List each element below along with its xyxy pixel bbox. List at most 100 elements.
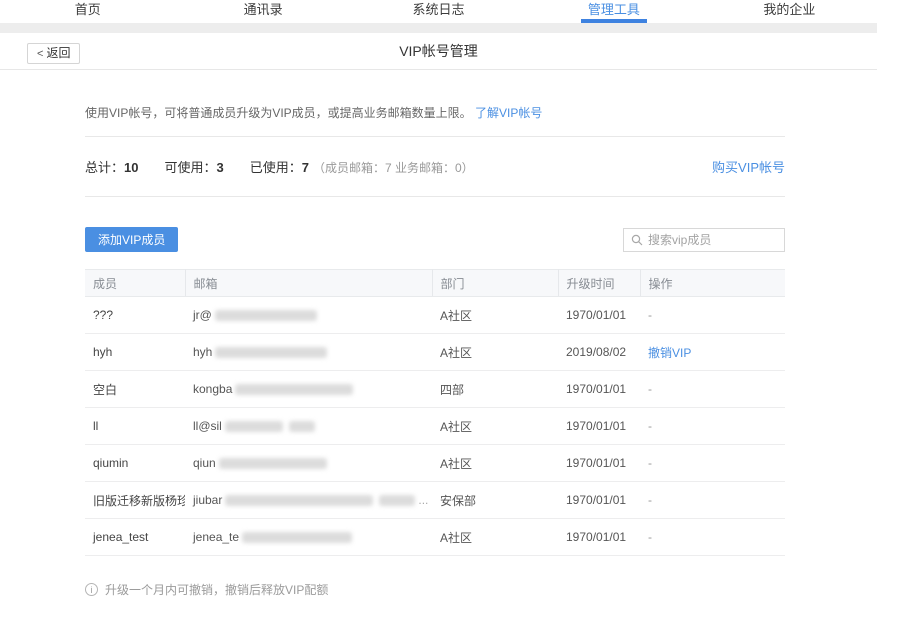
stats-row: 总计：10 可使用：3 已使用：7 （成员邮箱：7 业务邮箱：0） 购买VIP帐号 — [85, 137, 785, 196]
nav-item-my-company[interactable]: 我的企业 — [702, 0, 877, 23]
email-cell: kongba — [185, 371, 432, 408]
redacted-email-block — [242, 532, 352, 543]
member-cell: ??? — [85, 297, 185, 334]
table-row: hyh hyh A社区 2019/08/02 撤销VIP — [85, 334, 785, 371]
stat-used-detail: （成员邮箱：7 业务邮箱：0） — [313, 161, 474, 175]
redacted-email-block — [219, 458, 327, 469]
member-cell: 旧版迁移新版杨珍 — [85, 482, 185, 519]
upgrade-time-cell: 2019/08/02 — [558, 334, 640, 371]
app-window: 首页 通讯录 系统日志 管理工具 我的企业 <返回 VIP帐号管理 使用VIP帐… — [0, 0, 877, 598]
chevron-left-icon: < — [37, 48, 43, 60]
email-cell: hyh — [185, 334, 432, 371]
table-row: 旧版迁移新版杨珍 jiubar... 安保部 1970/01/01 - — [85, 482, 785, 519]
upgrade-time-cell: 1970/01/01 — [558, 482, 640, 519]
nav-item-home[interactable]: 首页 — [0, 0, 175, 23]
action-cell: - — [640, 519, 785, 556]
email-prefix: hyh — [193, 345, 212, 359]
email-cell: jenea_te — [185, 519, 432, 556]
redacted-email-block — [289, 421, 315, 432]
stat-value: 10 — [124, 160, 138, 175]
info-icon: i — [85, 583, 98, 596]
search-box[interactable] — [623, 228, 785, 252]
nav-item-system-log[interactable]: 系统日志 — [351, 0, 526, 23]
email-cell: jiubar... — [185, 482, 432, 519]
column-header-upgrade-time: 升级时间 — [558, 270, 640, 297]
department-cell: A社区 — [432, 297, 558, 334]
action-placeholder: - — [648, 530, 652, 544]
action-cell: 撤销VIP — [640, 334, 785, 371]
stat-label: 总计： — [85, 160, 124, 175]
column-header-member: 成员 — [85, 270, 185, 297]
email-cell: qiun — [185, 445, 432, 482]
buy-vip-link[interactable]: 购买VIP帐号 — [712, 157, 785, 176]
table-row: qiumin qiun A社区 1970/01/01 - — [85, 445, 785, 482]
email-cell: jr@ — [185, 297, 432, 334]
back-button[interactable]: <返回 — [27, 43, 80, 64]
table-row: ll ll@sil A社区 1970/01/01 - — [85, 408, 785, 445]
email-prefix: kongba — [193, 382, 232, 396]
page-header: <返回 VIP帐号管理 — [0, 33, 877, 70]
department-cell: A社区 — [432, 334, 558, 371]
table-header-row: 成员 邮箱 部门 升级时间 操作 — [85, 270, 785, 297]
action-placeholder: - — [648, 456, 652, 470]
stat-value: 3 — [217, 160, 224, 175]
email-prefix: jr@ — [193, 308, 212, 322]
toolbar: 添加VIP成员 — [85, 227, 785, 252]
action-cell: - — [640, 445, 785, 482]
nav-gray-strip — [0, 23, 877, 33]
redacted-email-block — [215, 347, 327, 358]
action-cell: - — [640, 297, 785, 334]
page-title: VIP帐号管理 — [0, 33, 877, 70]
action-placeholder: - — [648, 419, 652, 433]
redacted-email-block — [225, 421, 283, 432]
top-nav: 首页 通讯录 系统日志 管理工具 我的企业 — [0, 0, 877, 23]
email-prefix: qiun — [193, 456, 216, 470]
email-truncation: ... — [418, 493, 428, 507]
divider — [85, 196, 785, 197]
nav-item-label: 管理工具 — [588, 2, 640, 17]
redacted-email-block — [235, 384, 353, 395]
upgrade-time-cell: 1970/01/01 — [558, 408, 640, 445]
email-prefix: ll@sil — [193, 419, 222, 433]
upgrade-time-cell: 1970/01/01 — [558, 371, 640, 408]
main-content: 使用VIP帐号，可将普通成员升级为VIP成员，或提高业务邮箱数量上限。 了解VI… — [85, 70, 785, 598]
department-cell: A社区 — [432, 519, 558, 556]
footnote: i 升级一个月内可撤销，撤销后释放VIP配额 — [85, 581, 785, 598]
stat-label: 可使用： — [164, 160, 216, 175]
learn-vip-link[interactable]: 了解VIP帐号 — [475, 106, 542, 120]
search-input[interactable] — [648, 233, 784, 247]
column-header-department: 部门 — [432, 270, 558, 297]
action-placeholder: - — [648, 308, 652, 322]
redacted-email-block — [215, 310, 317, 321]
stat-value: 7 — [302, 160, 309, 175]
search-icon — [631, 234, 643, 246]
redacted-email-block — [225, 495, 373, 506]
revoke-vip-link[interactable]: 撤销VIP — [648, 346, 691, 360]
table-row: jenea_test jenea_te A社区 1970/01/01 - — [85, 519, 785, 556]
back-button-label: 返回 — [46, 46, 70, 60]
intro-text-row: 使用VIP帐号，可将普通成员升级为VIP成员，或提高业务邮箱数量上限。 了解VI… — [85, 70, 785, 121]
stat-used: 已使用：7 （成员邮箱：7 业务邮箱：0） — [250, 157, 474, 176]
footnote-text: 升级一个月内可撤销，撤销后释放VIP配额 — [105, 581, 328, 598]
upgrade-time-cell: 1970/01/01 — [558, 445, 640, 482]
stat-label: 已使用： — [250, 160, 302, 175]
action-placeholder: - — [648, 493, 652, 507]
nav-item-contacts[interactable]: 通讯录 — [175, 0, 350, 23]
action-cell: - — [640, 371, 785, 408]
column-header-email: 邮箱 — [185, 270, 432, 297]
stat-available: 可使用：3 — [164, 157, 223, 176]
department-cell: A社区 — [432, 445, 558, 482]
member-cell: jenea_test — [85, 519, 185, 556]
nav-item-admin-tools[interactable]: 管理工具 — [526, 0, 701, 23]
member-cell: qiumin — [85, 445, 185, 482]
table-row: ??? jr@ A社区 1970/01/01 - — [85, 297, 785, 334]
table-row: 空白 kongba 四部 1970/01/01 - — [85, 371, 785, 408]
action-cell: - — [640, 482, 785, 519]
upgrade-time-cell: 1970/01/01 — [558, 297, 640, 334]
intro-text: 使用VIP帐号，可将普通成员升级为VIP成员，或提高业务邮箱数量上限。 — [85, 106, 472, 120]
add-vip-member-button[interactable]: 添加VIP成员 — [85, 227, 178, 252]
department-cell: 四部 — [432, 371, 558, 408]
department-cell: 安保部 — [432, 482, 558, 519]
action-cell: - — [640, 408, 785, 445]
active-tab-underline — [581, 19, 647, 23]
